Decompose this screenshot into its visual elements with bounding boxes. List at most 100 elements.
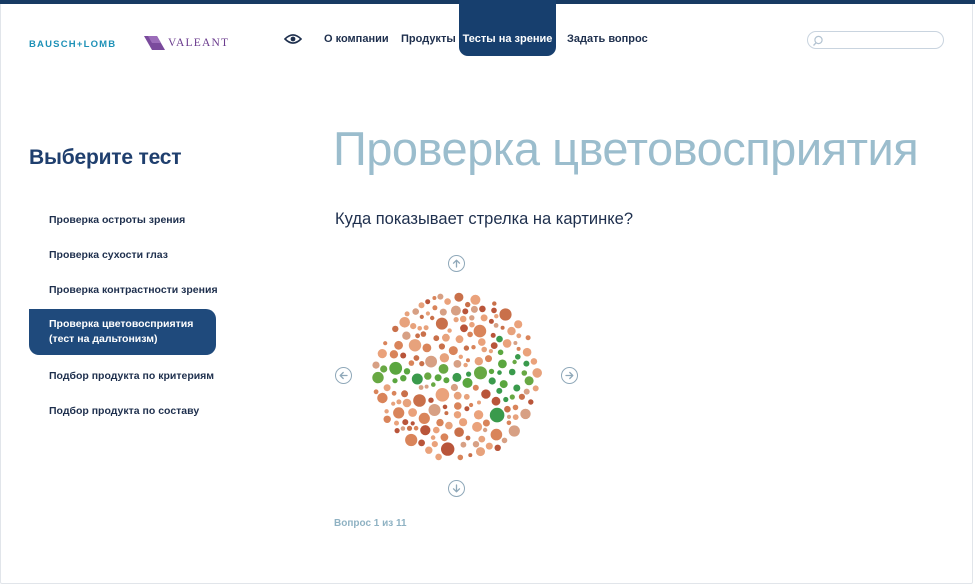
plate-dot	[438, 364, 449, 374]
plate-dot	[464, 406, 470, 412]
plate-dot	[413, 425, 419, 431]
plate-dot	[482, 419, 490, 427]
plate-dot	[435, 388, 450, 402]
plate-dot	[532, 385, 539, 392]
nav-item-products[interactable]: Продукты	[401, 33, 456, 45]
plate-dot	[501, 437, 508, 444]
plate-dot	[373, 389, 379, 395]
plate-dot	[488, 377, 496, 385]
plate-dot	[418, 385, 424, 390]
nav-item-vision-tests[interactable]: Тесты на зрение	[459, 0, 556, 56]
plate-dot	[465, 301, 471, 308]
plate-dot	[462, 377, 473, 388]
plate-dot	[515, 354, 521, 360]
search-box[interactable]	[807, 31, 944, 49]
plate-dot	[372, 371, 384, 384]
plate-dot	[380, 365, 388, 373]
plate-dot	[431, 441, 438, 448]
plate-dot	[489, 407, 505, 423]
plate-dot	[513, 384, 521, 392]
sidebar-item-contrast[interactable]: Проверка контрастности зрения	[49, 283, 218, 298]
nav-item-ask-question[interactable]: Задать вопрос	[567, 33, 648, 45]
plate-dot	[420, 425, 431, 436]
plate-dot	[478, 435, 486, 443]
plate-dot	[420, 331, 427, 337]
plate-dot	[384, 409, 389, 414]
plate-dot	[392, 325, 399, 333]
plate-dot	[423, 325, 429, 331]
plate-dot	[499, 380, 508, 389]
plate-dot	[383, 415, 391, 423]
plate-dot	[400, 352, 407, 359]
plate-dot	[494, 444, 501, 451]
search-input[interactable]	[826, 33, 942, 49]
eye-icon[interactable]	[284, 33, 302, 45]
plate-dot	[490, 332, 496, 338]
plate-dot	[455, 335, 464, 344]
plate-dot	[444, 298, 451, 305]
plate-dot	[441, 442, 455, 456]
plate-dot	[502, 339, 512, 348]
plate-dot	[472, 384, 479, 391]
answer-right-button[interactable]	[561, 367, 578, 384]
plate-dot	[445, 421, 453, 430]
arrow-down-icon	[452, 484, 461, 493]
plate-dot	[418, 412, 430, 424]
plate-dot	[444, 411, 449, 416]
bausch-lomb-logo[interactable]: BAUSCH+LOMB	[29, 39, 116, 50]
plate-dot	[394, 420, 399, 426]
answer-down-button[interactable]	[448, 480, 465, 497]
sidebar-item-color-vision[interactable]: Проверка цветовосприятия (тест на дальто…	[29, 309, 216, 355]
plate-dot	[523, 388, 530, 395]
plate-dot	[442, 333, 450, 342]
answer-left-button[interactable]	[335, 367, 352, 384]
plate-dot	[406, 425, 413, 431]
plate-dot	[460, 441, 467, 448]
plate-dot	[454, 402, 462, 410]
plate-dot	[469, 315, 475, 321]
plate-dot	[428, 397, 434, 403]
plate-dot	[424, 372, 432, 380]
plate-dot	[396, 399, 402, 405]
plate-dot	[448, 346, 458, 356]
plate-dot	[443, 377, 450, 384]
plate-dot	[402, 398, 412, 408]
plate-dot	[482, 427, 488, 433]
plate-dot	[469, 402, 474, 408]
plate-dot	[485, 442, 493, 450]
plate-dot	[411, 373, 423, 385]
sidebar-item-product-by-criteria[interactable]: Подбор продукта по критериям	[49, 369, 214, 384]
answer-up-button[interactable]	[448, 255, 465, 272]
plate-dot	[509, 394, 515, 400]
plate-dot	[453, 360, 462, 368]
plate-dot	[458, 354, 463, 359]
plate-dot	[496, 387, 503, 394]
plate-dot	[400, 426, 406, 431]
plate-dot	[453, 411, 462, 419]
plate-dot	[393, 407, 405, 419]
plate-dot	[488, 368, 495, 375]
sidebar-item-product-by-composition[interactable]: Подбор продукта по составу	[49, 404, 199, 419]
plate-dot	[512, 414, 519, 420]
plate-dot	[532, 368, 542, 378]
valeant-logo[interactable]: VALEANT	[144, 35, 229, 51]
plate-dot	[525, 335, 531, 341]
plate-dot	[391, 390, 397, 396]
plate-dot	[432, 296, 437, 300]
plate-dot	[470, 305, 478, 313]
sidebar-item-dry-eye[interactable]: Проверка сухости глаз	[49, 248, 168, 263]
plate-dot	[478, 338, 486, 346]
plate-dot	[389, 361, 403, 375]
plate-dot	[488, 318, 494, 324]
plate-dot	[410, 323, 417, 330]
sidebar-item-visual-acuity[interactable]: Проверка остроты зрения	[49, 213, 185, 228]
plate-dot	[408, 408, 417, 417]
plate-dot	[415, 333, 420, 339]
plate-dot	[383, 384, 391, 392]
plate-dot	[481, 346, 487, 353]
plate-dot	[435, 453, 442, 461]
plate-dot	[468, 453, 473, 458]
plate-dot	[459, 418, 468, 427]
arrow-up-icon	[452, 259, 461, 268]
nav-item-about[interactable]: О компании	[324, 33, 389, 45]
